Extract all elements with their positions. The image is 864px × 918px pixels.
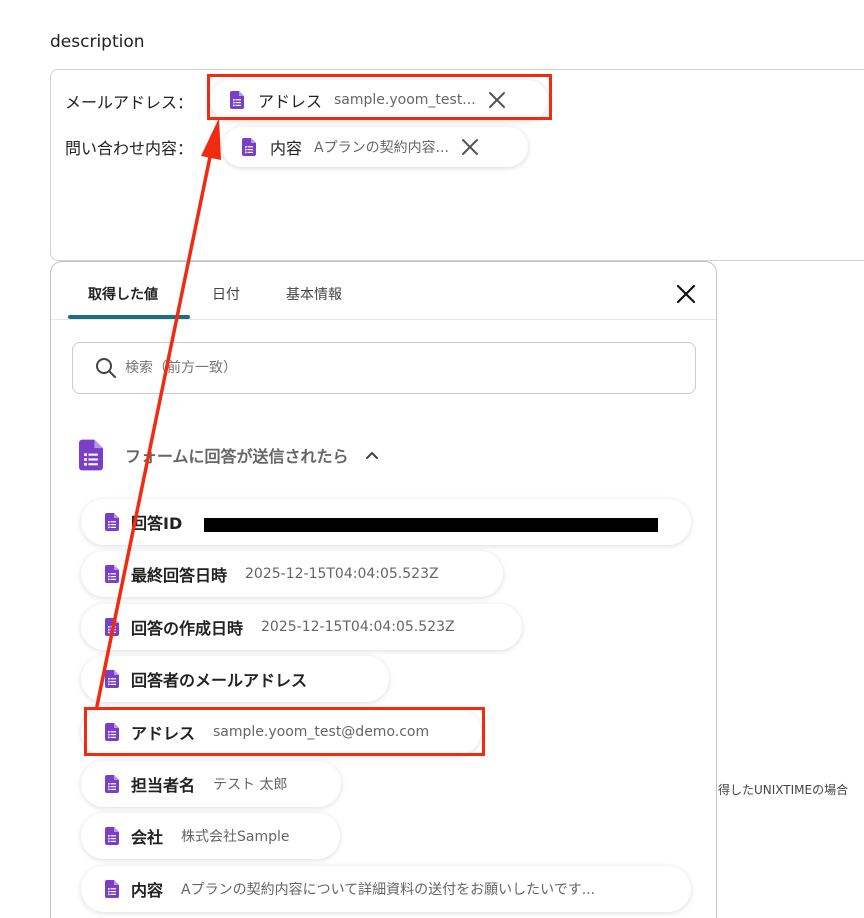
highlight-box-item	[84, 707, 485, 756]
list-item-person-in-charge[interactable]: 担当者名 テスト 太郎	[81, 761, 341, 807]
variable-picker-popover: 取得した値 日付 基本情報 フォームに回答が送信されたら 回答ID	[50, 261, 717, 918]
list-item-created-at[interactable]: 回答の作成日時 2025-12-15T04:04:05.523Z	[81, 604, 522, 650]
item-name: 担当者名	[131, 776, 196, 795]
doc-icon	[105, 827, 119, 845]
tab-basic-info[interactable]: 基本情報	[286, 284, 342, 304]
doc-icon	[105, 565, 119, 583]
search-box[interactable]	[72, 342, 696, 394]
doc-icon	[105, 670, 119, 688]
list-item-last-answered[interactable]: 最終回答日時 2025-12-15T04:04:05.523Z	[81, 551, 503, 597]
variable-chip-content[interactable]: 内容 Aプランの契約内容...	[222, 127, 528, 167]
list-item-respondent-email[interactable]: 回答者のメールアドレス	[81, 656, 389, 702]
item-name: 回答者のメールアドレス	[131, 671, 308, 690]
close-icon[interactable]	[674, 282, 698, 306]
search-icon	[96, 358, 116, 378]
highlight-box-chip	[207, 74, 552, 120]
item-value: 株式会社Sample	[181, 829, 290, 845]
item-value: 2025-12-15T04:04:05.523Z	[245, 566, 439, 582]
list-item-company[interactable]: 会社 株式会社Sample	[81, 813, 340, 859]
field-label: description	[50, 32, 145, 52]
active-tab-indicator	[68, 315, 190, 319]
item-value: 2025-12-15T04:04:05.523Z	[261, 619, 455, 635]
chevron-up-icon[interactable]	[365, 450, 379, 460]
item-value: テスト 太郎	[213, 777, 288, 793]
remove-chip-close-icon[interactable]	[461, 138, 479, 156]
chip-name: 内容	[270, 139, 303, 158]
item-name: 回答ID	[131, 514, 183, 533]
tab-bar: 取得した値 日付 基本情報	[51, 262, 716, 320]
background-help-text: 得したUNIXTIMEの場合	[718, 783, 849, 797]
doc-icon	[105, 618, 119, 636]
item-name: 内容	[131, 881, 164, 900]
doc-icon	[105, 513, 119, 531]
search-input[interactable]	[125, 360, 645, 376]
line-label-email: メールアドレス：	[65, 93, 194, 112]
tab-date[interactable]: 日付	[212, 284, 240, 304]
doc-icon	[242, 138, 256, 156]
list-item-content[interactable]: 内容 Aプランの契約内容について詳細資料の送付をお願いしたいです...	[81, 866, 691, 912]
redaction-bar	[204, 518, 658, 532]
item-name: 会社	[131, 828, 164, 847]
trigger-group-header[interactable]: フォームに回答が送信されたら	[79, 438, 379, 472]
group-title: フォームに回答が送信されたら	[125, 447, 349, 466]
item-name: 最終回答日時	[131, 566, 228, 585]
doc-icon	[105, 775, 119, 793]
tab-acquired-values[interactable]: 取得した値	[88, 284, 158, 304]
google-forms-icon	[79, 439, 103, 471]
chip-value: Aプランの契約内容...	[314, 140, 449, 156]
item-name: 回答の作成日時	[131, 619, 244, 638]
line-label-inquiry: 問い合わせ内容：	[65, 139, 194, 158]
doc-icon	[105, 880, 119, 898]
item-value: Aプランの契約内容について詳細資料の送付をお願いしたいです...	[181, 882, 596, 898]
